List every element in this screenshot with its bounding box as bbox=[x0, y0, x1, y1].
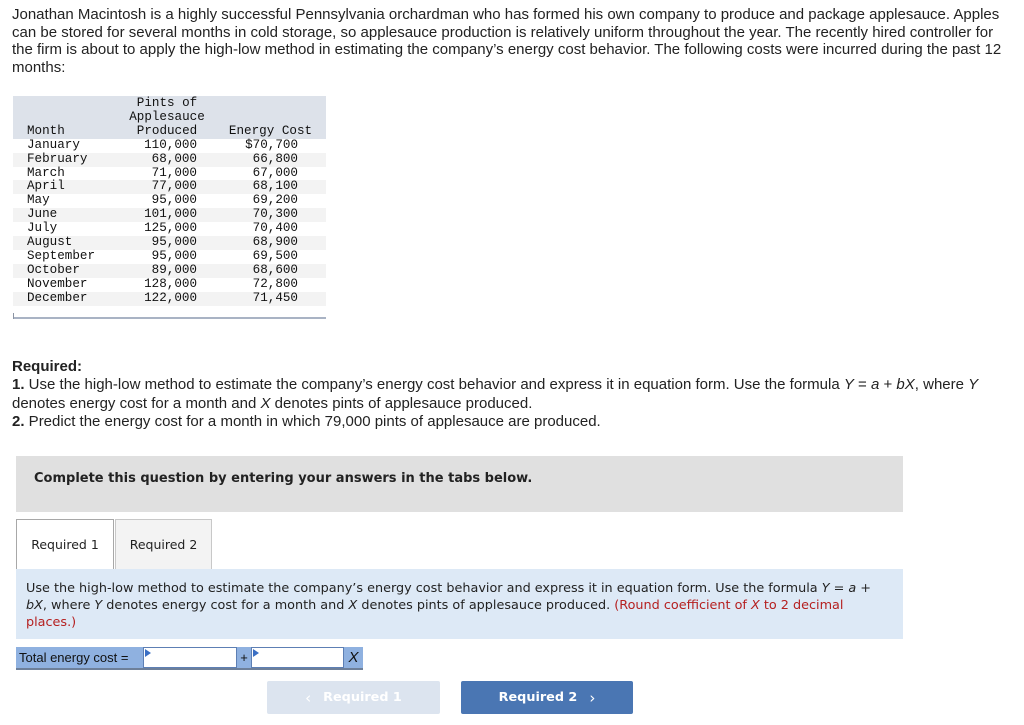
cell-pints-produced: 68,000 bbox=[151, 151, 197, 166]
cell-pints-produced: 101,000 bbox=[144, 207, 197, 222]
cell-energy-cost: 72,800 bbox=[252, 276, 298, 291]
cell-energy-cost: 67,000 bbox=[252, 165, 298, 180]
cell-month: April bbox=[27, 179, 65, 194]
table-row: November 128,000 72,800 bbox=[13, 276, 326, 292]
header-pints-line3: Produced bbox=[136, 123, 198, 138]
chevron-left-icon: ‹ bbox=[305, 688, 312, 707]
table-row: April 77,000 68,100 bbox=[13, 179, 326, 195]
previous-button-label: Required 1 bbox=[323, 690, 402, 705]
cell-energy-cost: 69,500 bbox=[252, 248, 298, 263]
cell-pints-produced: 110,000 bbox=[144, 137, 197, 152]
variable-rate-input[interactable] bbox=[252, 648, 343, 667]
table-row: August 95,000 68,900 bbox=[13, 235, 326, 250]
cell-month: May bbox=[27, 193, 50, 208]
cell-pints-produced: 125,000 bbox=[144, 221, 197, 236]
next-required-2-button[interactable]: Required 2 › bbox=[461, 681, 633, 714]
answer-tabs: Required 1 Required 2 bbox=[16, 519, 212, 569]
table-row: March 71,000 67,000 bbox=[13, 165, 326, 181]
required-section: Required: 1. Use the high-low method to … bbox=[12, 358, 1012, 431]
cell-energy-cost: 68,600 bbox=[252, 262, 298, 277]
cell-energy-cost: 69,200 bbox=[252, 193, 298, 208]
table-row: May 95,000 69,200 bbox=[13, 193, 326, 209]
answer-equation-row: Total energy cost = + X bbox=[16, 647, 363, 670]
header-pints-produced: Pints of Applesauce Produced bbox=[119, 96, 215, 139]
cell-month: December bbox=[27, 290, 88, 305]
cell-pints-produced: 89,000 bbox=[151, 262, 197, 277]
next-button-label: Required 2 bbox=[498, 690, 578, 705]
table-row: December 122,000 71,450 bbox=[13, 290, 326, 306]
required-heading: Required: bbox=[12, 358, 83, 375]
header-pints-line1: Pints of bbox=[136, 96, 198, 110]
table-row: July 125,000 70,400 bbox=[13, 221, 326, 237]
cell-energy-cost: 70,400 bbox=[252, 221, 298, 236]
energy-cost-table-container: Month Pints of Applesauce Produced Energ… bbox=[13, 96, 326, 319]
fixed-cost-input[interactable] bbox=[144, 648, 236, 667]
cell-pints-produced: 128,000 bbox=[144, 276, 197, 291]
question-prompt: Use the high-low method to estimate the … bbox=[16, 569, 903, 639]
cell-pints-produced: 122,000 bbox=[144, 290, 197, 305]
tab-required-1[interactable]: Required 1 bbox=[16, 519, 114, 569]
cell-energy-cost: $70,700 bbox=[245, 137, 298, 152]
header-month: Month bbox=[27, 123, 65, 138]
cell-month: February bbox=[27, 151, 88, 166]
cell-pints-produced: 95,000 bbox=[151, 248, 197, 263]
cell-energy-cost: 70,300 bbox=[252, 207, 298, 222]
header-energy-cost: Energy Cost bbox=[228, 123, 313, 138]
cell-pints-produced: 95,000 bbox=[151, 235, 197, 250]
table-header-row: Month Pints of Applesauce Produced Energ… bbox=[13, 96, 326, 139]
cell-energy-cost: 68,100 bbox=[252, 179, 298, 194]
cell-month: March bbox=[27, 165, 65, 180]
cell-month: June bbox=[27, 207, 58, 222]
required-item-2: 2. Predict the energy cost for a month i… bbox=[12, 412, 601, 430]
table-row: September 95,000 69,500 bbox=[13, 248, 326, 264]
x-variable-label: X bbox=[348, 649, 359, 666]
chevron-right-icon: › bbox=[589, 688, 596, 707]
cell-energy-cost: 71,450 bbox=[252, 290, 298, 305]
cell-month: January bbox=[27, 137, 80, 152]
cell-energy-cost: 66,800 bbox=[252, 151, 298, 166]
table-row: June 101,000 70,300 bbox=[13, 207, 326, 223]
cell-month: November bbox=[27, 276, 88, 291]
tab-required-2[interactable]: Required 2 bbox=[115, 519, 212, 569]
fixed-cost-field[interactable] bbox=[143, 647, 237, 668]
previous-required-1-button[interactable]: ‹ Required 1 bbox=[267, 681, 440, 714]
energy-cost-table: Month Pints of Applesauce Produced Energ… bbox=[13, 96, 326, 306]
cell-month: September bbox=[27, 248, 96, 263]
cell-energy-cost: 68,900 bbox=[252, 235, 298, 250]
plus-sign: + bbox=[240, 650, 248, 665]
cell-pints-produced: 95,000 bbox=[151, 193, 197, 208]
required-item-1: 1. Use the high-low method to estimate t… bbox=[12, 376, 979, 412]
problem-intro: Jonathan Macintosh is a highly successfu… bbox=[12, 6, 1002, 76]
cell-month: July bbox=[27, 221, 58, 236]
total-energy-cost-label: Total energy cost = bbox=[19, 650, 129, 665]
header-pints-line2: Applesauce bbox=[129, 109, 205, 124]
instruction-banner: Complete this question by entering your … bbox=[16, 456, 903, 512]
cell-pints-produced: 71,000 bbox=[151, 165, 197, 180]
cell-month: August bbox=[27, 235, 73, 250]
variable-rate-field[interactable] bbox=[251, 647, 344, 668]
table-row: February 68,000 66,800 bbox=[13, 151, 326, 167]
table-row: January 110,000 $70,700 bbox=[13, 137, 326, 153]
cell-month: October bbox=[27, 262, 80, 277]
cell-pints-produced: 77,000 bbox=[151, 179, 197, 194]
table-row: October 89,000 68,600 bbox=[13, 262, 326, 278]
